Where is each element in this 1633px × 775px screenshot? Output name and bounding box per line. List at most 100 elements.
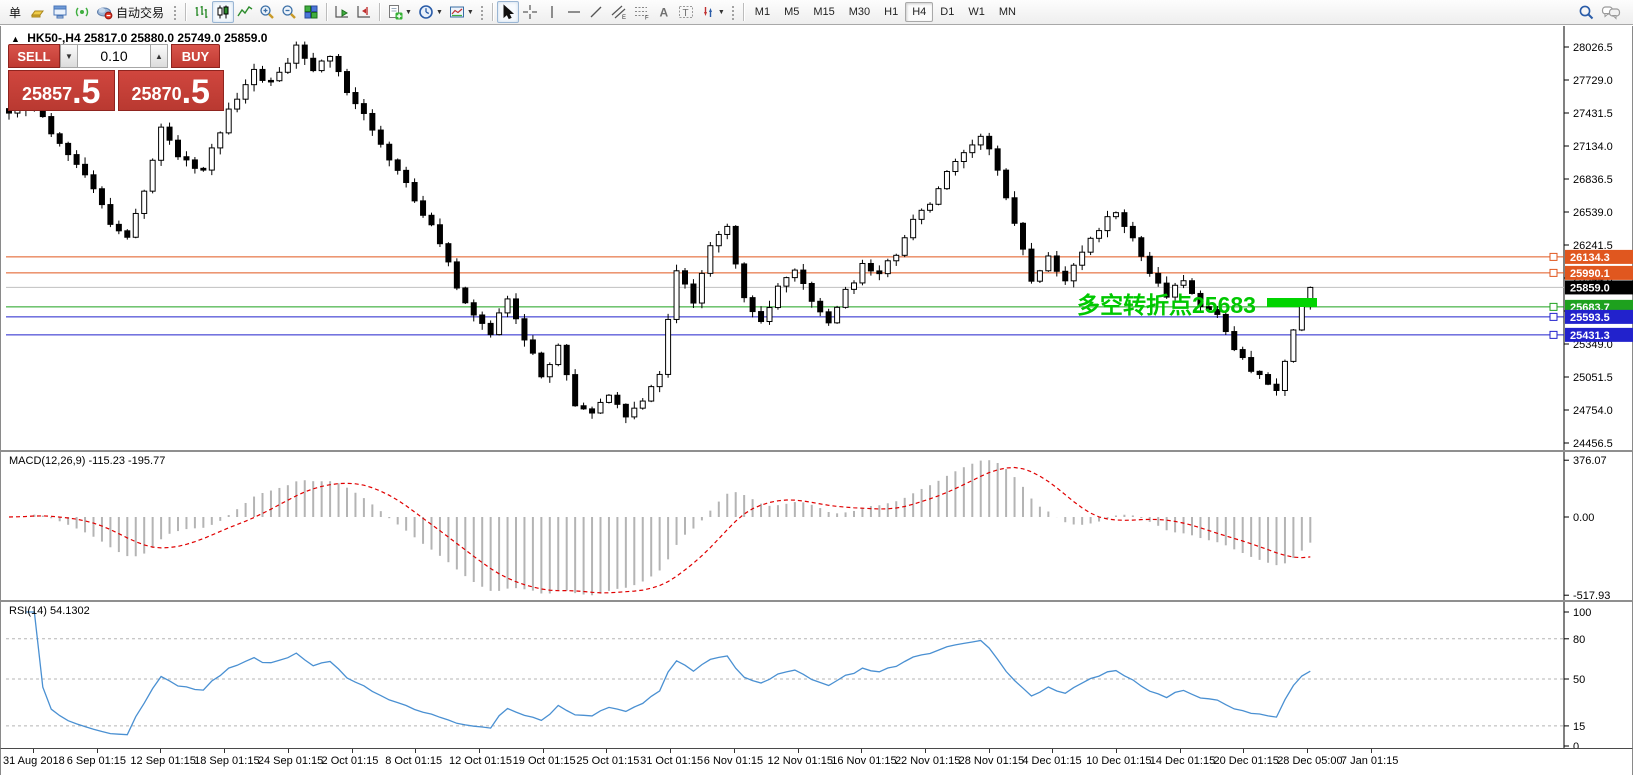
auto-scroll-button[interactable] — [331, 1, 353, 23]
level-drag-handle[interactable] — [1550, 313, 1557, 320]
candle — [184, 151, 189, 166]
search-button[interactable] — [1575, 1, 1598, 23]
pivot-annotation-text[interactable]: 多空转折点25683 — [1077, 286, 1256, 320]
candle — [260, 66, 265, 83]
zoom-out-button[interactable] — [278, 1, 300, 23]
timeframe-m15[interactable]: M15 — [806, 2, 841, 22]
candle — [767, 301, 772, 325]
arrows-button[interactable]: ▼ — [697, 1, 728, 23]
timeframe-w1[interactable]: W1 — [961, 2, 992, 22]
candle — [74, 150, 79, 168]
price-level-badge-text: 25990.1 — [1570, 268, 1610, 280]
timeframe-m1[interactable]: M1 — [748, 2, 777, 22]
chart-candles-button[interactable] — [212, 1, 234, 23]
tile-windows-button[interactable] — [300, 1, 322, 23]
signal-button[interactable] — [71, 1, 93, 23]
time-axis-label: 12 Nov 01:15 — [768, 755, 833, 767]
time-axis-label: 10 Dec 01:15 — [1086, 755, 1151, 767]
rsi-tick-label: 50 — [1573, 674, 1585, 686]
trendline-button[interactable] — [585, 1, 607, 23]
candle — [590, 407, 595, 419]
zoom-in-button[interactable] — [256, 1, 278, 23]
text-label-button[interactable]: T — [675, 1, 697, 23]
pivot-annotation-bar[interactable] — [1267, 298, 1317, 307]
autotrading-label: 自动交易 — [113, 4, 167, 21]
autotrading-button[interactable]: 自动交易 — [93, 1, 170, 23]
time-axis-label: 14 Dec 01:15 — [1150, 755, 1215, 767]
candle — [556, 343, 561, 366]
candle — [1080, 245, 1085, 270]
candle — [649, 385, 654, 402]
new-chart-caret-icon[interactable]: ▼ — [405, 9, 412, 16]
toolbar-drag-handle[interactable] — [173, 5, 178, 20]
time-axis-tick — [989, 749, 990, 753]
level-drag-handle[interactable] — [1550, 303, 1557, 310]
level-drag-handle[interactable] — [1550, 331, 1557, 338]
price-level-badge-text: 26134.3 — [1570, 252, 1610, 264]
new-chart-button[interactable]: ▼ — [384, 1, 415, 23]
volume-decrease-button[interactable]: ▼ — [60, 44, 78, 68]
horizontal-line-button[interactable] — [563, 1, 585, 23]
volume-input[interactable] — [78, 44, 150, 68]
timeframe-h4[interactable]: H4 — [905, 2, 933, 22]
time-axis[interactable]: 31 Aug 20186 Sep 01:1512 Sep 01:1518 Sep… — [0, 748, 1633, 775]
candle — [150, 158, 155, 193]
candle — [852, 280, 857, 294]
macd-histogram — [9, 460, 1310, 595]
toolbar-drag-handle[interactable] — [731, 5, 736, 20]
candle — [1004, 168, 1009, 200]
time-axis-label: 7 Jan 01:15 — [1341, 755, 1399, 767]
chart-line-button[interactable] — [234, 1, 256, 23]
chart-shift-button[interactable] — [353, 1, 375, 23]
channel-button[interactable]: E — [607, 1, 630, 23]
candle — [1122, 209, 1127, 233]
candle — [606, 394, 611, 403]
periods-caret-icon[interactable]: ▼ — [436, 9, 443, 16]
candle — [657, 371, 662, 392]
candle — [66, 142, 71, 161]
vertical-line-button[interactable] — [541, 1, 563, 23]
timeframe-m30[interactable]: M30 — [842, 2, 877, 22]
timeframe-h1[interactable]: H1 — [877, 2, 905, 22]
sell-price-box[interactable]: 25857 .5 — [8, 70, 115, 111]
volume-increase-button[interactable]: ▲ — [150, 44, 168, 68]
arrows-caret-icon[interactable]: ▼ — [718, 9, 725, 16]
text-button[interactable]: A — [653, 1, 675, 23]
candle — [108, 198, 113, 227]
chart-bars-button[interactable] — [190, 1, 212, 23]
time-axis-tick — [352, 749, 353, 753]
chart-title: ▲ HK50-,H4 25817.0 25880.0 25749.0 25859… — [11, 31, 267, 45]
sell-button[interactable]: SELL — [8, 44, 60, 68]
svg-text:F: F — [645, 16, 649, 21]
buy-price-box[interactable]: 25870 .5 — [118, 70, 225, 111]
panel-collapse-icon[interactable]: ▲ — [11, 34, 20, 44]
level-drag-handle[interactable] — [1550, 269, 1557, 276]
cursor-button[interactable] — [497, 1, 519, 23]
timeframe-m5[interactable]: M5 — [777, 2, 806, 22]
templates-button[interactable]: ▼ — [446, 1, 477, 23]
price-tick-label: 24754.0 — [1573, 405, 1613, 417]
candle — [454, 258, 459, 290]
buy-button[interactable]: BUY — [171, 44, 220, 68]
terminal-button[interactable] — [49, 1, 71, 23]
gold-button[interactable] — [27, 1, 49, 23]
level-drag-handle[interactable] — [1550, 253, 1557, 260]
fibonacci-button[interactable]: F — [630, 1, 653, 23]
auto-scroll-icon — [334, 4, 350, 20]
new-order-button[interactable]: 单 — [3, 1, 27, 23]
timeframe-d1[interactable]: D1 — [933, 2, 961, 22]
candle — [353, 87, 358, 109]
periods-button[interactable]: ▼ — [415, 1, 446, 23]
candle — [1147, 252, 1152, 277]
crosshair-button[interactable] — [519, 1, 541, 23]
candle — [944, 170, 949, 190]
timeframe-mn[interactable]: MN — [992, 2, 1023, 22]
application-window: 单 自动交易 — [0, 0, 1633, 775]
templates-caret-icon[interactable]: ▼ — [467, 9, 474, 16]
toolbar-drag-handle[interactable] — [480, 5, 485, 20]
buy-price-main: 25870 — [132, 81, 182, 107]
candle — [1156, 267, 1161, 287]
time-axis-tick — [670, 749, 671, 753]
candle — [995, 146, 1000, 176]
chat-button[interactable] — [1598, 1, 1624, 23]
